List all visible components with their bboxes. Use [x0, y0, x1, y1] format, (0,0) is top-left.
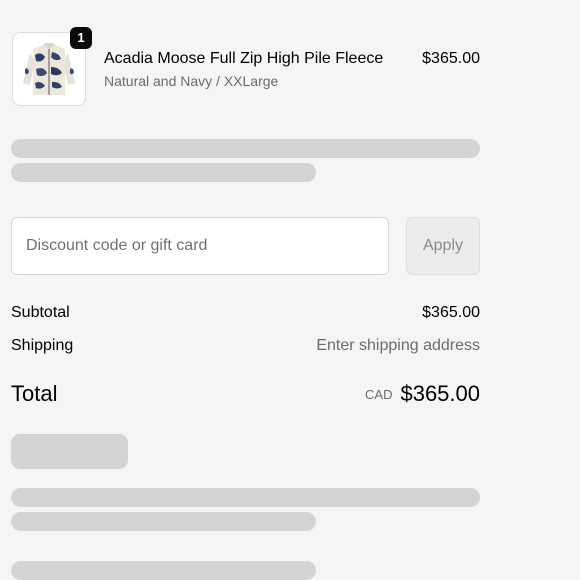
product-variant: Natural and Navy / XXLarge [104, 73, 279, 89]
subtotal-label: Subtotal [11, 304, 70, 321]
skeleton-line [11, 512, 316, 531]
skeleton-line [11, 488, 480, 507]
discount-code-input[interactable] [11, 217, 389, 275]
total-value: CAD $365.00 [365, 380, 480, 408]
product-thumbnail: 1 [12, 27, 92, 106]
product-name: Acadia Moose Full Zip High Pile Fleece [104, 50, 384, 67]
quantity-badge: 1 [70, 27, 92, 49]
skeleton-line [11, 561, 316, 580]
product-price: $365.00 [422, 50, 480, 67]
shipping-label: Shipping [11, 337, 74, 354]
subtotal-value: $365.00 [422, 304, 480, 321]
shipping-value: Enter shipping address [316, 337, 480, 354]
line-item: 1 Acadia Moose Full Zip High Pile Fleece… [12, 27, 480, 108]
total-amount: $365.00 [400, 381, 480, 406]
order-summary-panel: 1 Acadia Moose Full Zip High Pile Fleece… [0, 0, 580, 580]
total-label: Total [11, 381, 58, 406]
skeleton-line [11, 139, 480, 158]
fleece-jacket-image [21, 39, 77, 99]
currency-code: CAD [365, 387, 393, 402]
apply-button[interactable]: Apply [406, 217, 480, 275]
skeleton-button [11, 434, 128, 469]
skeleton-line [11, 163, 316, 182]
